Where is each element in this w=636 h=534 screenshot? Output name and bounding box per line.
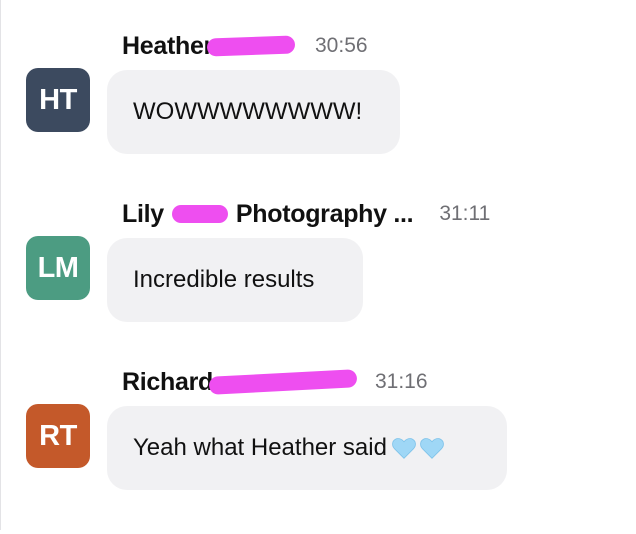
- message-bubble: Yeah what Heather said: [107, 406, 507, 490]
- message-text: WOWWWWWWWW!: [133, 98, 363, 125]
- author-name[interactable]: Heather: [122, 32, 213, 61]
- redaction-mark: [208, 369, 358, 395]
- author-name[interactable]: Richard: [122, 368, 213, 397]
- redaction-mark: [206, 35, 296, 57]
- light-blue-heart-icon: [392, 438, 416, 459]
- message-header: Richard 31:16: [122, 364, 428, 400]
- message-text: Incredible results: [133, 266, 315, 293]
- author-first-name[interactable]: Lily: [122, 200, 164, 229]
- message-bubble: WOWWWWWWWW!: [107, 70, 400, 154]
- message-header: Lily Photography ... 31:11: [122, 196, 490, 232]
- chat-message: Richard 31:16 RT Yeah what Heather said: [0, 364, 636, 534]
- message-header: Heather 30:56: [122, 28, 368, 64]
- message-timestamp: 30:56: [315, 34, 368, 57]
- message-text: Yeah what Heather said: [133, 434, 387, 461]
- avatar[interactable]: LM: [26, 236, 90, 300]
- message-bubble: Incredible results: [107, 238, 363, 322]
- author-last-name[interactable]: Photography ...: [236, 200, 414, 229]
- message-timestamp: 31:16: [374, 370, 428, 393]
- light-blue-heart-icon: [420, 438, 444, 459]
- avatar[interactable]: HT: [26, 68, 90, 132]
- chat-message: Lily Photography ... 31:11 LM Incredible…: [0, 196, 636, 366]
- message-timestamp: 31:11: [439, 202, 491, 225]
- redaction-mark: [171, 205, 228, 223]
- avatar[interactable]: RT: [26, 404, 90, 468]
- chat-message: Heather 30:56 HT WOWWWWWWWW!: [0, 28, 636, 198]
